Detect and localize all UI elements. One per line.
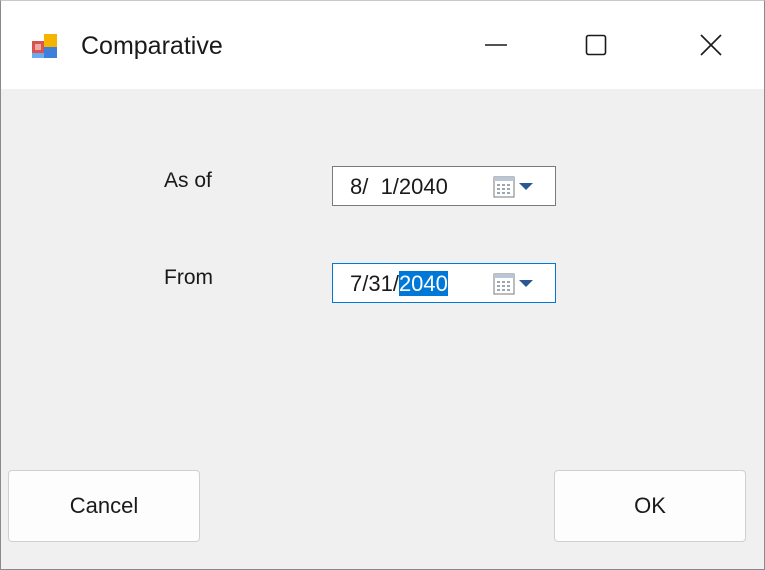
cancel-button[interactable]: Cancel (8, 470, 200, 542)
as-of-label: As of (164, 169, 212, 192)
window-title: Comparative (81, 32, 223, 60)
minimize-icon (485, 44, 507, 46)
from-date-text: 7/31/ (350, 271, 399, 296)
close-button[interactable] (661, 1, 761, 89)
as-of-date-picker[interactable]: 8/ 1/2040 (332, 166, 556, 206)
from-date-value[interactable]: 7/31/2040 (350, 271, 448, 297)
close-icon (700, 34, 722, 56)
calendar-dropdown-icon[interactable] (493, 176, 541, 198)
from-label: From (164, 266, 213, 289)
calendar-dropdown-icon[interactable] (493, 273, 541, 295)
as-of-date-value[interactable]: 8/ 1/2040 (350, 174, 448, 200)
title-bar[interactable]: Comparative (1, 1, 764, 89)
from-date-picker[interactable]: 7/31/2040 (332, 263, 556, 303)
maximize-icon (585, 34, 607, 56)
minimize-button[interactable] (446, 1, 546, 89)
ok-button[interactable]: OK (554, 470, 746, 542)
from-date-year-selected[interactable]: 2040 (398, 271, 448, 296)
dialog-body: As of 8/ 1/2040 From 7/31/2040 Cancel OK (1, 89, 764, 569)
dialog-window: Comparative As of 8/ 1/2040 From 7/31/20… (0, 0, 765, 570)
maximize-button[interactable] (546, 1, 646, 89)
windows-form-icon (32, 34, 57, 58)
